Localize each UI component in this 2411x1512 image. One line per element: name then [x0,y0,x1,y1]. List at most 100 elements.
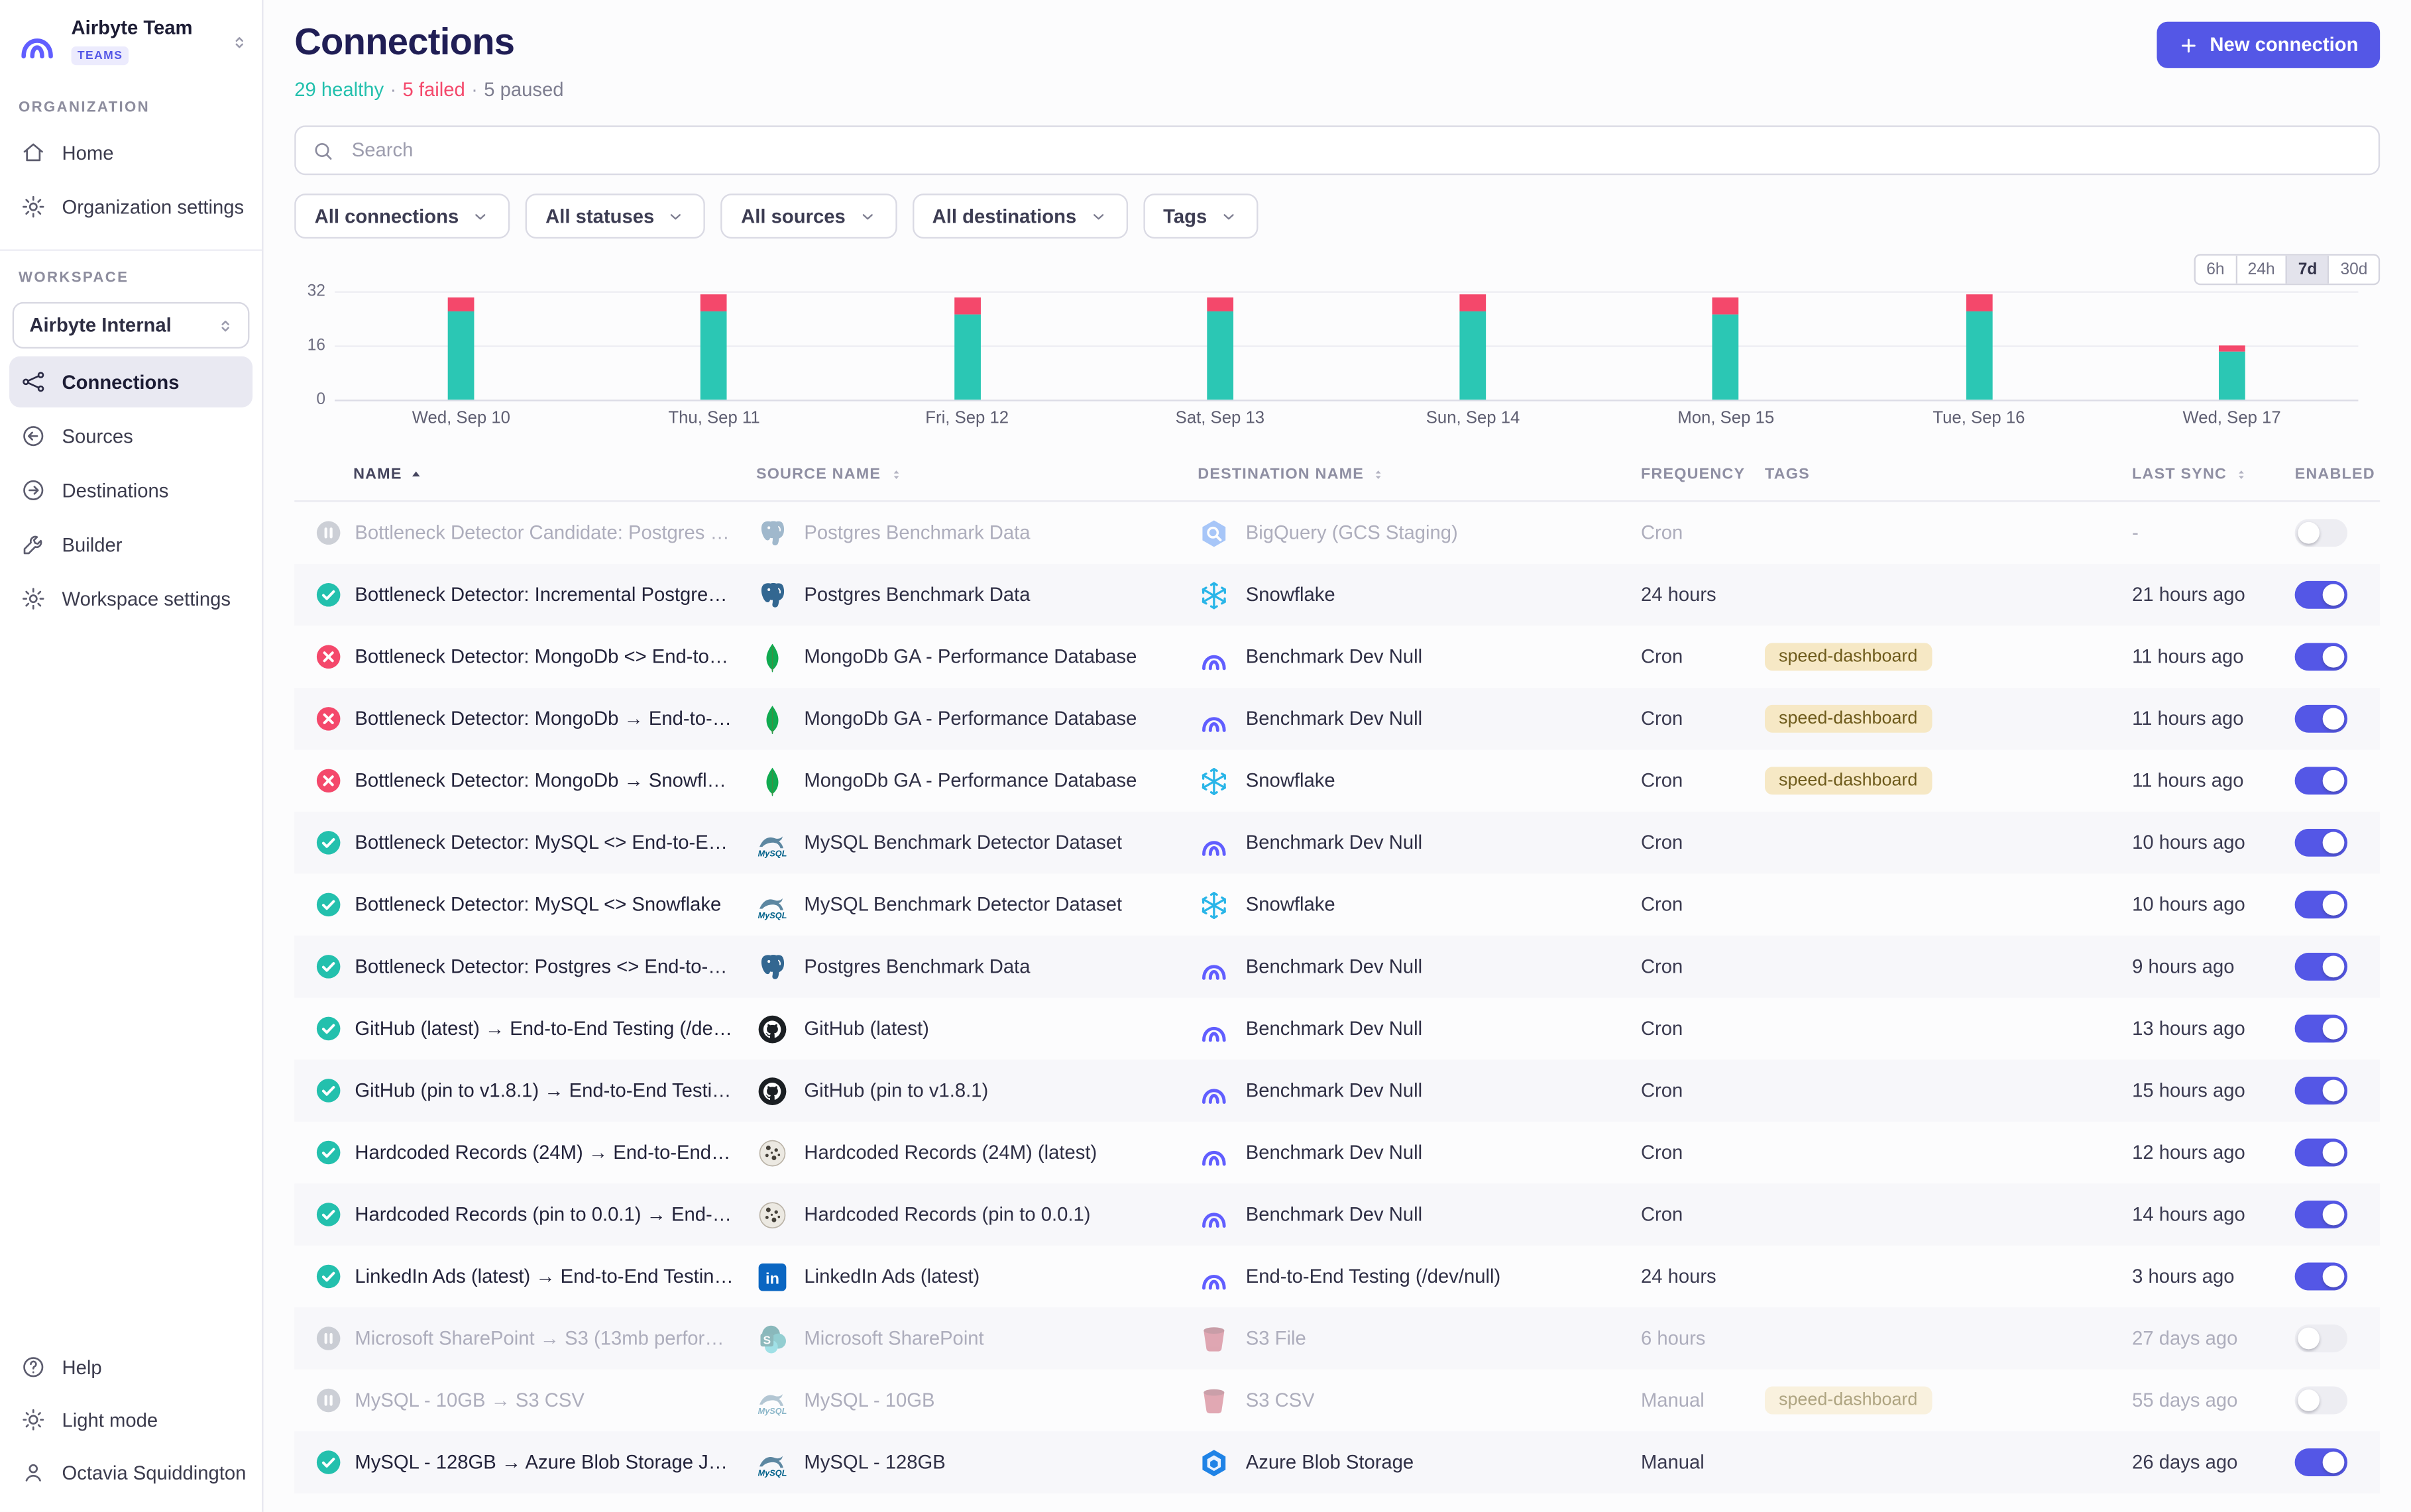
mongodb-icon [756,702,789,735]
svg-text:S: S [763,1332,771,1346]
filter-all-destinations[interactable]: All destinations [912,193,1127,239]
connection-row[interactable]: Bottleneck Detector: MongoDb → End-to-En… [294,688,2380,750]
chart-plot-area [335,292,2358,402]
enabled-toggle[interactable] [2295,581,2347,609]
time-range-30d[interactable]: 30d [2328,256,2379,284]
sidebar-item-destinations[interactable]: Destinations [9,464,252,515]
sidebar-item-label: Workspace settings [62,588,231,610]
filter-all-sources[interactable]: All sources [721,193,897,239]
sidebar-item-light-mode[interactable]: Light mode [9,1394,252,1445]
enabled-toggle[interactable] [2295,1448,2347,1476]
svg-text:MySQL: MySQL [758,848,787,857]
enabled-toggle[interactable] [2295,891,2347,918]
col-header-name[interactable]: NAME [294,466,756,484]
sidebar-item-user[interactable]: Octavia Squiddington [9,1447,252,1498]
svg-text:in: in [765,1269,779,1286]
chart-bar [2219,345,2245,400]
connection-row[interactable]: Bottleneck Detector: Incremental Postgre… [294,564,2380,626]
hardcoded-records-icon [756,1198,789,1230]
snowflake-icon [1198,578,1230,611]
enabled-toggle[interactable] [2295,1138,2347,1166]
frequency: 6 hours [1641,1328,1765,1350]
filter-all-statuses[interactable]: All statuses [526,193,706,239]
connection-row[interactable]: GitHub (pin to v1.8.1) → End-to-End Test… [294,1059,2380,1122]
workspace-selector[interactable]: Airbyte Internal [13,302,250,349]
connection-row[interactable]: MySQL - 10GB → S3 CSV MySQL MySQL - 10GB… [294,1370,2380,1432]
connection-row[interactable]: Hardcoded Records (pin to 0.0.1) → End-t… [294,1183,2380,1246]
sidebar-item-builder[interactable]: Builder [9,519,252,570]
sidebar-item-workspace-settings[interactable]: Workspace settings [9,573,252,624]
connection-row[interactable]: MySQL - 128GB → Azure Blob Storage JSON … [294,1431,2380,1493]
source-name: MySQL - 10GB [804,1389,934,1411]
time-range-7d[interactable]: 7d [2286,256,2328,284]
airbyte-icon [1198,1260,1230,1293]
org-switcher[interactable]: Airbyte Team TEAMS [0,0,262,81]
col-header-last-sync[interactable]: LAST SYNC [2132,466,2294,484]
connection-row[interactable]: GitHub (latest) → End-to-End Testing (/d… [294,998,2380,1060]
section-label-workspace: WORKSPACE [0,251,262,296]
toggle-knob [2323,894,2345,916]
enabled-toggle[interactable] [2295,1014,2347,1042]
enabled-toggle[interactable] [2295,1201,2347,1228]
last-sync: 11 hours ago [2132,646,2294,668]
sidebar-item-connections[interactable]: Connections [9,356,252,407]
destination-name: S3 File [1246,1328,1306,1350]
frequency: Cron [1641,1080,1765,1102]
connection-row[interactable]: Bottleneck Detector: MySQL <> Snowflake … [294,874,2380,936]
chevron-down-icon [1219,207,1238,225]
chart-bar-column [840,292,1093,400]
sidebar-item-home[interactable]: Home [9,127,252,178]
connection-row[interactable]: Bottleneck Detector: MongoDb → Snowflake… [294,750,2380,812]
chart-y-axis: 32 16 0 [294,292,335,400]
enabled-toggle[interactable] [2295,1077,2347,1105]
chart-x-label: Tue, Sep 16 [1852,409,2105,427]
connection-row[interactable]: Bottleneck Detector: MongoDb <> End-to-E… [294,626,2380,688]
sort-icon [1370,466,1387,484]
last-sync: 3 hours ago [2132,1266,2294,1287]
destinations-icon [20,477,46,504]
sidebar-item-organization-settings[interactable]: Organization settings [9,182,252,233]
bar-failed-segment [701,295,728,312]
bar-succeeded-segment [1460,311,1486,400]
last-sync: 10 hours ago [2132,832,2294,854]
enabled-toggle[interactable] [2295,1324,2347,1352]
connection-row[interactable]: Bottleneck Detector: MySQL <> End-to-End… [294,812,2380,874]
time-range-6h[interactable]: 6h [2196,256,2235,284]
chart-bar [954,298,980,400]
enabled-toggle[interactable] [2295,1387,2347,1415]
enabled-toggle[interactable] [2295,1262,2347,1290]
last-sync: 13 hours ago [2132,1018,2294,1040]
connection-row[interactable]: Bottleneck Detector Candidate: Postgres … [294,502,2380,565]
s3-icon [1198,1384,1230,1417]
chart-x-label: Mon, Sep 15 [1599,409,1852,427]
success-status-icon [316,1264,341,1289]
enabled-toggle[interactable] [2295,519,2347,547]
connection-row[interactable]: Microsoft SharePoint → S3 (13mb performa… [294,1307,2380,1370]
col-header-destination-name[interactable]: DESTINATION NAME [1198,466,1641,484]
new-connection-button[interactable]: New connection [2157,22,2380,68]
time-range-24h[interactable]: 24h [2235,256,2286,284]
enabled-toggle[interactable] [2295,643,2347,671]
connection-row[interactable]: Hardcoded Records (24M) → End-to-End Te.… [294,1122,2380,1184]
chevron-down-icon [858,207,876,225]
sidebar-item-sources[interactable]: Sources [9,411,252,462]
enabled-toggle[interactable] [2295,705,2347,733]
col-header-source-name[interactable]: SOURCE NAME [756,466,1198,484]
enabled-toggle[interactable] [2295,953,2347,981]
connection-name: Bottleneck Detector: MongoDb <> End-to-E… [355,646,734,668]
filter-tags[interactable]: Tags [1143,193,1259,239]
search-input[interactable] [349,138,2363,162]
enabled-toggle[interactable] [2295,767,2347,794]
connection-row[interactable]: LinkedIn Ads (latest) → End-to-End Testi… [294,1246,2380,1308]
source-name: MongoDb GA - Performance Database [804,770,1137,792]
filter-all-connections[interactable]: All connections [294,193,510,239]
linkedin-icon: in [756,1260,789,1293]
connection-name: Hardcoded Records (pin to 0.0.1) → End-t… [355,1204,734,1226]
connection-name: GitHub (pin to v1.8.1) → End-to-End Test… [355,1080,734,1102]
source-name: Hardcoded Records (24M) (latest) [804,1142,1097,1163]
enabled-toggle[interactable] [2295,829,2347,857]
separator: · [390,79,396,101]
success-status-icon [316,1140,341,1165]
connection-row[interactable]: Bottleneck Detector: Postgres <> End-to-… [294,936,2380,998]
sidebar-item-help[interactable]: Help [9,1342,252,1393]
